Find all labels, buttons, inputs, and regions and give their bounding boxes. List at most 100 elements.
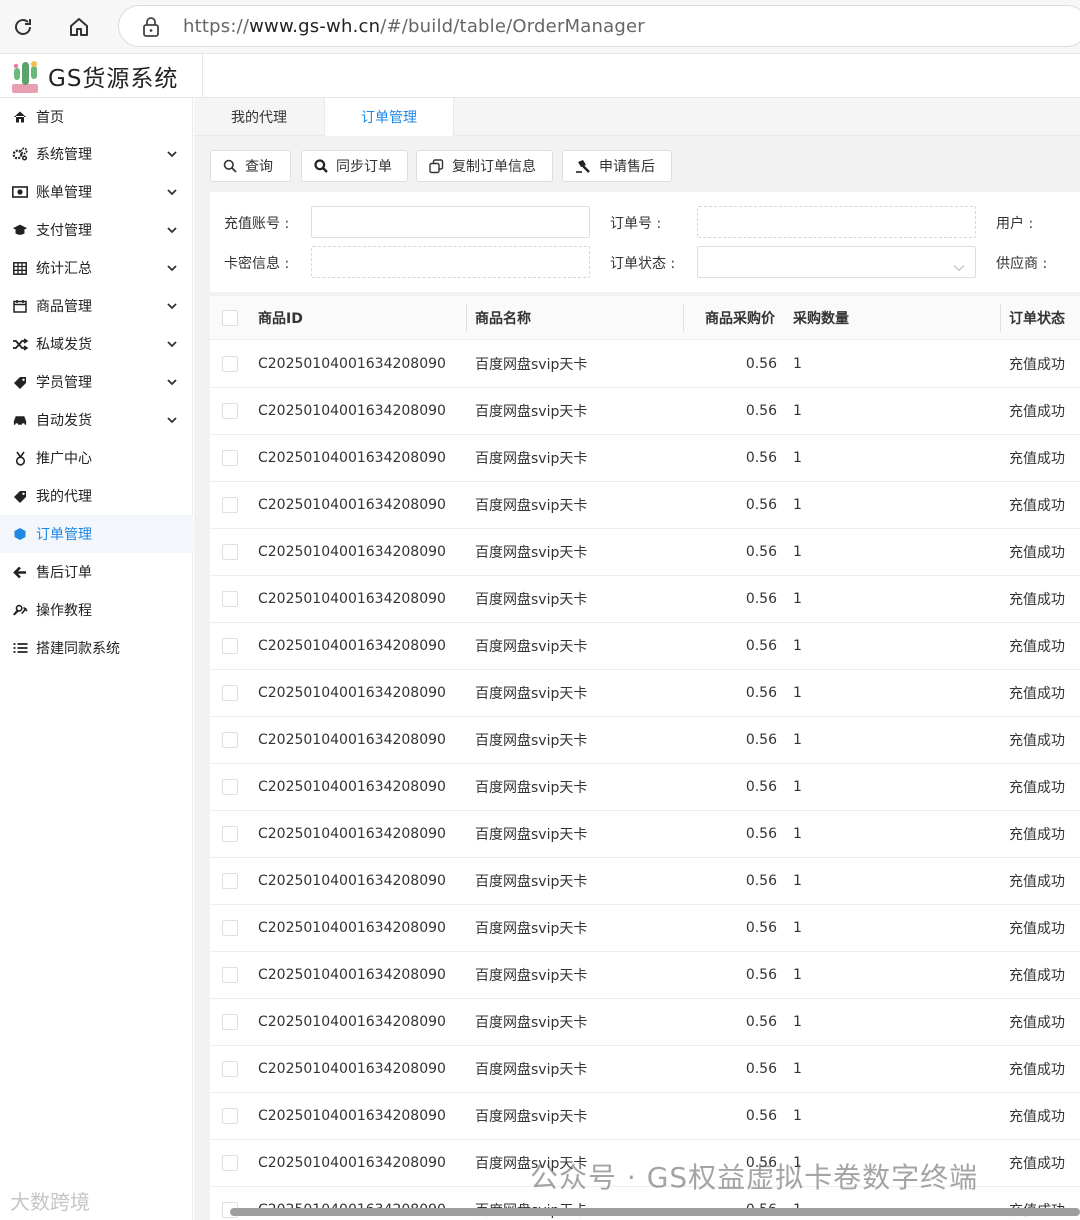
chevron-down-icon xyxy=(167,260,177,276)
row-checkbox[interactable] xyxy=(222,1155,238,1171)
table-row[interactable]: C20250104001634208090 百度网盘svip天卡 0.56 1 充值成功 xyxy=(210,623,1080,670)
row-checkbox[interactable] xyxy=(222,967,238,983)
order-status-label: 订单状态 : xyxy=(610,256,676,272)
logo[interactable]: GS货源系统 xyxy=(0,54,203,98)
horizontal-scrollbar[interactable] xyxy=(230,1208,1080,1216)
column-header[interactable]: 商品采购价 xyxy=(705,296,775,340)
supplier-label: 供应商 : xyxy=(996,256,1048,272)
select-all-checkbox[interactable] xyxy=(222,310,238,326)
row-checkbox[interactable] xyxy=(222,356,238,372)
address-bar[interactable]: https://www.gs-wh.cn/#/build/table/Order… xyxy=(118,5,1080,47)
row-checkbox[interactable] xyxy=(222,638,238,654)
table-row[interactable]: C20250104001634208090 百度网盘svip天卡 0.56 1 充值成功 xyxy=(210,999,1080,1046)
sidebar-item-tutorial[interactable]: 操作教程 xyxy=(0,591,193,629)
sidebar-item-students[interactable]: 学员管理 xyxy=(0,363,193,401)
recharge-account-input[interactable] xyxy=(311,206,590,238)
sidebar-item-order-management[interactable]: 订单管理 xyxy=(0,515,193,553)
tab-order-management[interactable]: 订单管理 xyxy=(324,98,454,136)
table-row[interactable]: C20250104001634208090 百度网盘svip天卡 0.56 1 充值成功 xyxy=(210,341,1080,388)
table-row[interactable]: C20250104001634208090 百度网盘svip天卡 0.56 1 充值成功 xyxy=(210,811,1080,858)
sidebar-item-system[interactable]: 系统管理 xyxy=(0,135,193,173)
row-checkbox[interactable] xyxy=(222,685,238,701)
sidebar-item-label: 统计汇总 xyxy=(36,261,92,277)
sidebar-item-my-agent[interactable]: 我的代理 xyxy=(0,477,193,515)
cell-price: 0.56 xyxy=(745,1061,777,1077)
lock-icon xyxy=(141,16,161,42)
row-checkbox[interactable] xyxy=(222,497,238,513)
query-button[interactable]: 查询 xyxy=(210,150,291,182)
shuffle-icon xyxy=(12,336,28,352)
sync-orders-button[interactable]: 同步订单 xyxy=(301,150,408,182)
copy-order-info-button[interactable]: 复制订单信息 xyxy=(416,150,553,182)
cell-quantity: 1 xyxy=(793,1014,802,1030)
sidebar-item-label: 首页 xyxy=(36,110,64,126)
sidebar-item-build-system[interactable]: 搭建同款系统 xyxy=(0,629,193,667)
apply-aftersale-button[interactable]: 申请售后 xyxy=(562,150,672,182)
cell-product-name: 百度网盘svip天卡 xyxy=(475,733,588,749)
cell-product-name: 百度网盘svip天卡 xyxy=(475,498,588,514)
order-no-input[interactable] xyxy=(697,206,976,238)
card-info-input[interactable] xyxy=(311,246,590,278)
sidebar-item-promotion[interactable]: 推广中心 xyxy=(0,439,193,477)
row-checkbox[interactable] xyxy=(222,779,238,795)
cell-price: 0.56 xyxy=(745,1014,777,1030)
row-checkbox[interactable] xyxy=(222,591,238,607)
cell-status: 充值成功 xyxy=(1009,780,1065,796)
table-row[interactable]: C20250104001634208090 百度网盘svip天卡 0.56 1 充值成功 xyxy=(210,388,1080,435)
table-row[interactable]: C20250104001634208090 百度网盘svip天卡 0.56 1 充值成功 xyxy=(210,717,1080,764)
row-checkbox[interactable] xyxy=(222,920,238,936)
watermark-corner: 大数跨境 xyxy=(10,1190,90,1214)
search-icon xyxy=(314,159,328,173)
row-checkbox[interactable] xyxy=(222,873,238,889)
table-row[interactable]: C20250104001634208090 百度网盘svip天卡 0.56 1 充值成功 xyxy=(210,670,1080,717)
tab-label: 订单管理 xyxy=(361,110,417,126)
sidebar-item-aftersale-orders[interactable]: 售后订单 xyxy=(0,553,193,591)
column-header[interactable]: 采购数量 xyxy=(793,296,849,340)
sidebar-item-billing[interactable]: 账单管理 xyxy=(0,173,193,211)
sidebar-item-private-delivery[interactable]: 私域发货 xyxy=(0,325,193,363)
order-status-select[interactable] xyxy=(697,246,976,278)
cell-product-id: C20250104001634208090 xyxy=(258,450,446,466)
table-row[interactable]: C20250104001634208090 百度网盘svip天卡 0.56 1 充值成功 xyxy=(210,1046,1080,1093)
sidebar-item-payment[interactable]: 支付管理 xyxy=(0,211,193,249)
cell-status: 充值成功 xyxy=(1009,1062,1065,1078)
cactus-logo-icon xyxy=(12,61,38,93)
table-row[interactable]: C20250104001634208090 百度网盘svip天卡 0.56 1 充值成功 xyxy=(210,905,1080,952)
column-header[interactable]: 商品ID xyxy=(258,296,303,340)
column-header[interactable]: 商品名称 xyxy=(475,296,531,340)
sidebar-item-stats[interactable]: 统计汇总 xyxy=(0,249,193,287)
row-checkbox[interactable] xyxy=(222,450,238,466)
row-checkbox[interactable] xyxy=(222,544,238,560)
tab-bar: 我的代理 订单管理 xyxy=(194,98,1080,136)
row-checkbox[interactable] xyxy=(222,1061,238,1077)
tab-my-agent[interactable]: 我的代理 xyxy=(194,98,324,136)
cell-status: 充值成功 xyxy=(1009,686,1065,702)
reload-button[interactable] xyxy=(6,10,40,44)
row-checkbox[interactable] xyxy=(222,403,238,419)
table-row[interactable]: C20250104001634208090 百度网盘svip天卡 0.56 1 充值成功 xyxy=(210,482,1080,529)
cell-status: 充值成功 xyxy=(1009,1015,1065,1031)
table-row[interactable]: C20250104001634208090 百度网盘svip天卡 0.56 1 充值成功 xyxy=(210,529,1080,576)
row-checkbox[interactable] xyxy=(222,826,238,842)
sidebar-item-label: 搭建同款系统 xyxy=(36,641,120,657)
home-button[interactable] xyxy=(62,10,96,44)
column-header[interactable]: 订单状态 xyxy=(1009,296,1065,340)
table-row[interactable]: C20250104001634208090 百度网盘svip天卡 0.56 1 充值成功 xyxy=(210,1093,1080,1140)
search-form: 充值账号 : 订单号 : 用户 : 卡密信息 : 订单状态 : 供应商 : xyxy=(210,192,1080,292)
table-row[interactable]: C20250104001634208090 百度网盘svip天卡 0.56 1 充值成功 xyxy=(210,576,1080,623)
table-row[interactable]: C20250104001634208090 百度网盘svip天卡 0.56 1 充值成功 xyxy=(210,764,1080,811)
sidebar-item-label: 私域发货 xyxy=(36,337,92,353)
sidebar-item-auto-delivery[interactable]: 自动发货 xyxy=(0,401,193,439)
cell-product-name: 百度网盘svip天卡 xyxy=(475,874,588,890)
table-row[interactable]: C20250104001634208090 百度网盘svip天卡 0.56 1 充值成功 xyxy=(210,858,1080,905)
query-label: 查询 xyxy=(245,159,273,175)
table-row[interactable]: C20250104001634208090 百度网盘svip天卡 0.56 1 充值成功 xyxy=(210,435,1080,482)
row-checkbox[interactable] xyxy=(222,1108,238,1124)
chevron-down-icon xyxy=(167,412,177,428)
row-checkbox[interactable] xyxy=(222,1014,238,1030)
row-checkbox[interactable] xyxy=(222,732,238,748)
orders-table: 商品ID 商品名称 商品采购价 采购数量 订单状态 C2025010400163… xyxy=(210,296,1080,1220)
sidebar-item-products[interactable]: 商品管理 xyxy=(0,287,193,325)
sidebar-item-home[interactable]: 首页 xyxy=(0,98,193,136)
table-row[interactable]: C20250104001634208090 百度网盘svip天卡 0.56 1 充值成功 xyxy=(210,952,1080,999)
